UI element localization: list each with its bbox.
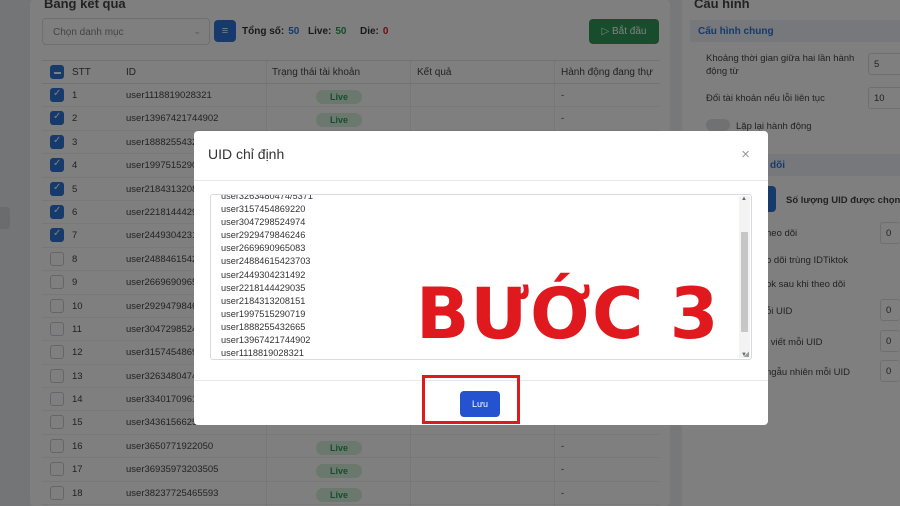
uid-line: user1888255432665 bbox=[221, 321, 306, 332]
step-label: BƯỚC 3 bbox=[416, 273, 720, 355]
uid-line: user24884615423703 bbox=[221, 256, 311, 267]
modal-title: UID chỉ định bbox=[208, 146, 285, 162]
uid-line: user1997515290719 bbox=[221, 308, 306, 319]
close-icon[interactable]: × bbox=[741, 146, 750, 163]
uid-line: user2929479846246 bbox=[221, 230, 306, 241]
uid-line: user3263480474/5371 bbox=[221, 194, 313, 201]
resize-handle-icon[interactable]: ◢ bbox=[744, 350, 749, 358]
save-highlight-box bbox=[422, 375, 520, 424]
uid-line: user3157454869220 bbox=[221, 204, 306, 215]
scroll-up-icon[interactable]: ▲ bbox=[741, 196, 747, 202]
uid-line: user1118819028321 bbox=[221, 348, 304, 359]
uid-line: user2669690965083 bbox=[221, 243, 306, 254]
uid-line: user3047298524974 bbox=[221, 217, 306, 228]
uid-line: user13967421744902 bbox=[221, 335, 311, 346]
uid-line: user2184313208151 bbox=[221, 295, 306, 306]
uid-line: user2218144429035 bbox=[221, 282, 306, 293]
scrollbar-thumb[interactable] bbox=[741, 232, 748, 332]
uid-line: user2449304231492 bbox=[221, 269, 306, 280]
modal-divider bbox=[194, 180, 768, 181]
uid-list: user3263480474/5371 user3157454869220 user… bbox=[221, 194, 313, 359]
textarea-scrollbar[interactable]: ▲ ▼ bbox=[739, 196, 750, 358]
